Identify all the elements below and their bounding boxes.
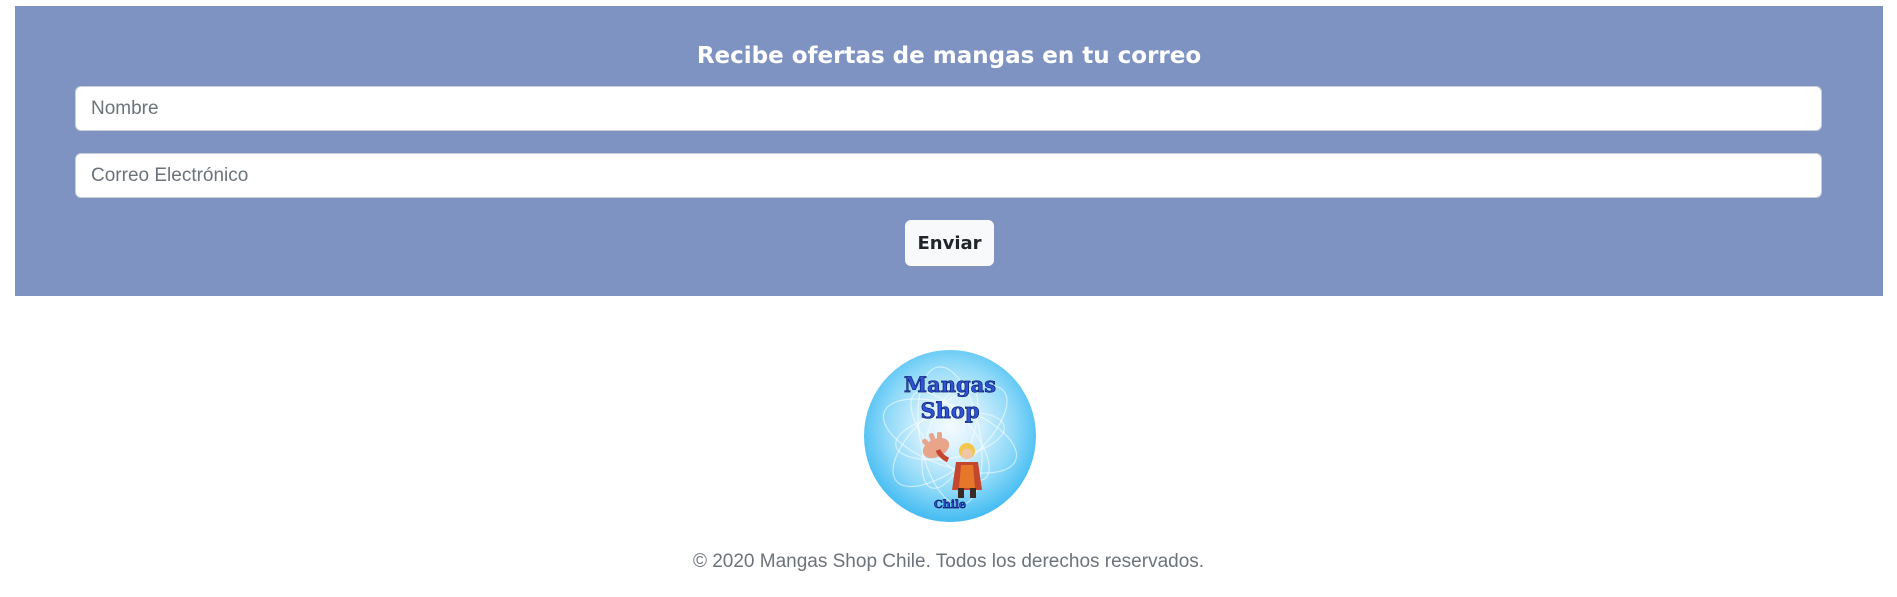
logo-text-line2: Shop bbox=[920, 398, 979, 423]
footer: Mangas Shop Chile © 2020 Mangas Shop Chi… bbox=[0, 296, 1897, 597]
name-input[interactable] bbox=[75, 86, 1822, 131]
character-figure bbox=[922, 432, 982, 498]
newsletter-title: Recibe ofertas de mangas en tu correo bbox=[696, 43, 1202, 69]
logo-text-line3: Chile bbox=[934, 498, 966, 511]
logo-artwork: Mangas Shop Chile bbox=[882, 366, 1018, 511]
send-button[interactable]: Enviar bbox=[905, 220, 994, 266]
email-input[interactable] bbox=[75, 153, 1822, 198]
logo-text-line1: Mangas bbox=[904, 372, 996, 397]
mangas-shop-logo: Mangas Shop Chile bbox=[864, 350, 1036, 522]
copyright-text: © 2020 Mangas Shop Chile. Todos los dere… bbox=[692, 551, 1205, 572]
newsletter-section: Recibe ofertas de mangas en tu correo En… bbox=[15, 6, 1883, 296]
